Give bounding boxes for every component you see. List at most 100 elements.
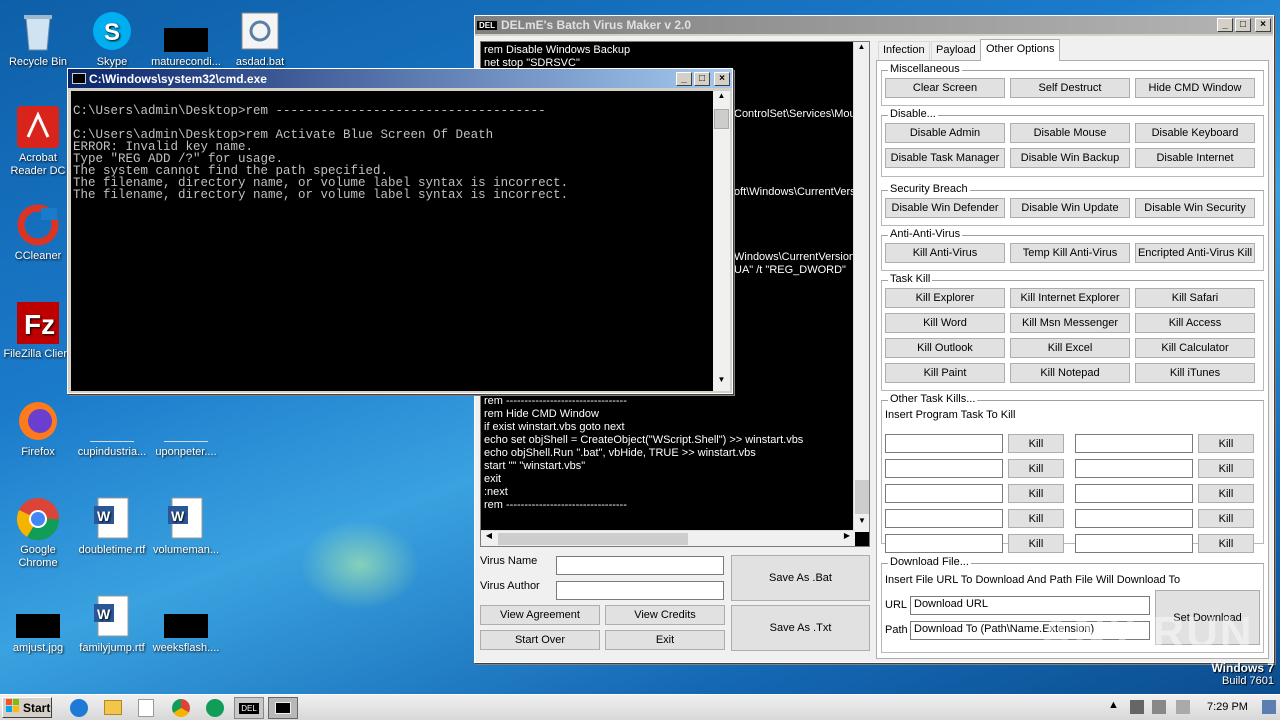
maximize-button[interactable]: □ — [1235, 18, 1251, 32]
task-kill-button[interactable]: Kill — [1198, 509, 1254, 528]
task-kill-input[interactable] — [1075, 534, 1193, 553]
task-kill-button[interactable]: Kill — [1008, 484, 1064, 503]
disable-task-manager-button[interactable]: Disable Task Manager — [885, 148, 1005, 168]
tab-other-options[interactable]: Other Options — [980, 39, 1061, 61]
exit-button[interactable]: Exit — [605, 630, 725, 650]
start-over-button[interactable]: Start Over — [480, 630, 600, 650]
tab-infection[interactable]: Infection — [878, 41, 930, 60]
save-as-bat-button[interactable]: Save As .Bat — [731, 555, 870, 601]
task-kill-input[interactable] — [1075, 459, 1193, 478]
scroll-thumb[interactable] — [855, 480, 869, 514]
self-destruct-button[interactable]: Self Destruct — [1010, 78, 1130, 98]
kill-safari-button[interactable]: Kill Safari — [1135, 288, 1255, 308]
taskbar-cmd[interactable] — [268, 697, 298, 719]
task-kill-button[interactable]: Kill — [1008, 459, 1064, 478]
desktop-icon-acrobat[interactable]: Acrobat Reader DC — [0, 104, 76, 178]
scroll-up-icon[interactable]: ▲ — [854, 42, 869, 58]
network-icon[interactable] — [1130, 700, 1144, 714]
taskbar-virus-maker[interactable]: DEL — [234, 697, 264, 719]
disable-keyboard-button[interactable]: Disable Keyboard — [1135, 123, 1255, 143]
task-kill-input[interactable] — [885, 459, 1003, 478]
desktop-icon-uponpeter[interactable]: uponpeter.... — [148, 398, 224, 459]
kill-antivirus-button[interactable]: Kill Anti-Virus — [885, 243, 1005, 263]
chrome-taskbar-icon[interactable] — [172, 699, 190, 717]
disable-win-update-button[interactable]: Disable Win Update — [1010, 198, 1130, 218]
virus-name-input[interactable] — [556, 556, 724, 575]
scroll-thumb[interactable] — [498, 533, 688, 545]
show-desktop-icon[interactable] — [1262, 700, 1276, 714]
desktop-icon-cupindustria[interactable]: cupindustria... — [74, 398, 150, 459]
start-button[interactable]: Start — [2, 697, 52, 718]
desktop-icon-filezilla[interactable]: Fz FileZilla Client — [0, 300, 76, 361]
kill-msn-messenger-button[interactable]: Kill Msn Messenger — [1010, 313, 1130, 333]
task-kill-input[interactable] — [885, 534, 1003, 553]
desktop-icon-maturecondi[interactable]: maturecondi... — [148, 8, 224, 69]
desktop-icon-weeksflash[interactable]: weeksflash.... — [148, 594, 224, 655]
disable-win-backup-button[interactable]: Disable Win Backup — [1010, 148, 1130, 168]
scroll-down-icon[interactable]: ▼ — [713, 375, 730, 391]
task-kill-button[interactable]: Kill — [1198, 434, 1254, 453]
task-kill-input[interactable] — [885, 434, 1003, 453]
disable-internet-button[interactable]: Disable Internet — [1135, 148, 1255, 168]
hide-cmd-window-button[interactable]: Hide CMD Window — [1135, 78, 1255, 98]
clock[interactable]: 7:29 PM — [1207, 701, 1248, 713]
desktop-icon-skype[interactable]: S Skype — [74, 8, 150, 69]
tray-up-arrow-icon[interactable]: ▲ — [1108, 699, 1119, 711]
disable-win-security-button[interactable]: Disable Win Security — [1135, 198, 1255, 218]
scroll-thumb[interactable] — [714, 109, 729, 129]
kill-excel-button[interactable]: Kill Excel — [1010, 338, 1130, 358]
minimize-button[interactable]: _ — [1217, 18, 1233, 32]
minimize-button[interactable]: _ — [676, 71, 692, 86]
virus-author-input[interactable] — [556, 581, 724, 600]
editor-vscrollbar[interactable]: ▲ ▼ — [853, 42, 869, 532]
kill-outlook-button[interactable]: Kill Outlook — [885, 338, 1005, 358]
task-kill-input[interactable] — [885, 509, 1003, 528]
task-kill-button[interactable]: Kill — [1198, 534, 1254, 553]
explorer-icon[interactable] — [104, 700, 122, 715]
scroll-down-icon[interactable]: ▼ — [854, 516, 869, 532]
kill-word-button[interactable]: Kill Word — [885, 313, 1005, 333]
ie-icon[interactable] — [70, 699, 88, 717]
kill-itunes-button[interactable]: Kill iTunes — [1135, 363, 1255, 383]
flag-icon[interactable] — [1176, 700, 1190, 714]
clear-screen-button[interactable]: Clear Screen — [885, 78, 1005, 98]
editor-hscrollbar[interactable]: ◀ ▶ — [481, 530, 855, 546]
encripted-antivirus-kill-button[interactable]: Encripted Anti-Virus Kill — [1135, 243, 1255, 263]
volume-icon[interactable] — [1152, 700, 1166, 714]
kill-notepad-button[interactable]: Kill Notepad — [1010, 363, 1130, 383]
task-kill-input[interactable] — [1075, 434, 1193, 453]
task-kill-button[interactable]: Kill — [1198, 484, 1254, 503]
kill-access-button[interactable]: Kill Access — [1135, 313, 1255, 333]
view-agreement-button[interactable]: View Agreement — [480, 605, 600, 625]
close-button[interactable]: × — [714, 71, 730, 86]
cmd-scrollbar[interactable]: ▲ ▼ — [713, 91, 730, 391]
desktop-icon-ccleaner[interactable]: CCleaner — [0, 202, 76, 263]
desktop-icon-familyjump[interactable]: W familyjump.rtf — [74, 594, 150, 655]
kill-internet-explorer-button[interactable]: Kill Internet Explorer — [1010, 288, 1130, 308]
kill-paint-button[interactable]: Kill Paint — [885, 363, 1005, 383]
task-kill-button[interactable]: Kill — [1008, 509, 1064, 528]
temp-kill-antivirus-button[interactable]: Temp Kill Anti-Virus — [1010, 243, 1130, 263]
scroll-up-icon[interactable]: ▲ — [713, 91, 730, 107]
kill-calculator-button[interactable]: Kill Calculator — [1135, 338, 1255, 358]
task-kill-input[interactable] — [885, 484, 1003, 503]
desktop-icon-firefox[interactable]: Firefox — [0, 398, 76, 459]
desktop-icon-amjust[interactable]: amjust.jpg — [0, 594, 76, 655]
disable-mouse-button[interactable]: Disable Mouse — [1010, 123, 1130, 143]
task-kill-button[interactable]: Kill — [1008, 534, 1064, 553]
desktop-icon-recycle-bin[interactable]: Recycle Bin — [0, 8, 76, 69]
task-kill-input[interactable] — [1075, 509, 1193, 528]
close-button[interactable]: × — [1255, 18, 1271, 32]
desktop-icon-doubletime[interactable]: W doubletime.rtf — [74, 496, 150, 557]
desktop-icon-volumeman[interactable]: W volumeman... — [148, 496, 224, 557]
disable-admin-button[interactable]: Disable Admin — [885, 123, 1005, 143]
desktop-icon-chrome[interactable]: Google Chrome — [0, 496, 76, 570]
save-as-txt-button[interactable]: Save As .Txt — [731, 605, 870, 651]
task-kill-button[interactable]: Kill — [1008, 434, 1064, 453]
cmd-console[interactable]: C:\Users\admin\Desktop>rem -------------… — [71, 91, 713, 391]
disable-win-defender-button[interactable]: Disable Win Defender — [885, 198, 1005, 218]
edge-icon[interactable] — [206, 699, 224, 717]
desktop-icon-asdad-bat[interactable]: asdad.bat — [222, 8, 298, 69]
kill-explorer-button[interactable]: Kill Explorer — [885, 288, 1005, 308]
task-kill-input[interactable] — [1075, 484, 1193, 503]
